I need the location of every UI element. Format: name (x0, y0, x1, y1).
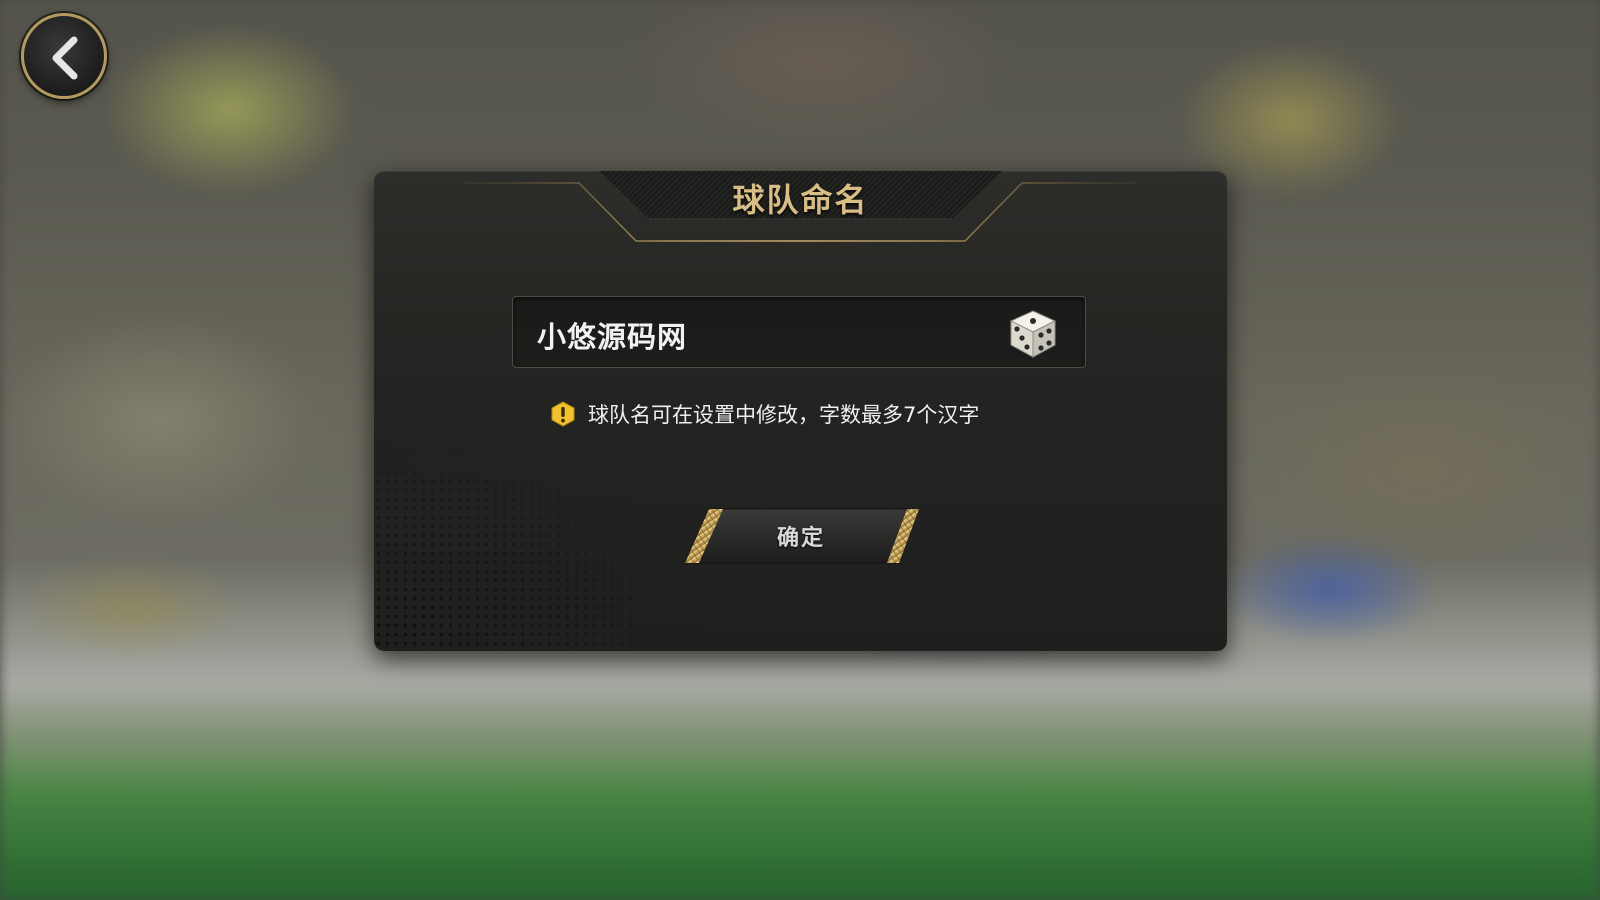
dot-pattern (374, 351, 934, 651)
chevron-left-icon (52, 36, 78, 80)
game-screen: 球队命名 小悠源码网 球队名可在设置中修改，字数最多7个汉字 确定 (0, 0, 1600, 900)
pitch-grass (0, 760, 1600, 900)
random-name-button[interactable] (1005, 305, 1061, 361)
confirm-button-label: 确定 (776, 526, 825, 551)
warning-icon (551, 401, 575, 427)
team-name-input[interactable]: 小悠源码网 (512, 296, 1086, 368)
team-naming-dialog: 球队命名 小悠源码网 球队名可在设置中修改，字数最多7个汉字 确定 (374, 171, 1227, 651)
name-hint: 球队名可在设置中修改，字数最多7个汉字 (550, 399, 979, 429)
back-button[interactable] (21, 13, 107, 99)
dice-icon (1009, 310, 1057, 358)
hint-text: 球队名可在设置中修改，字数最多7个汉字 (588, 403, 980, 427)
team-name-value[interactable]: 小悠源码网 (537, 314, 687, 356)
dialog-title: 球队命名 (732, 181, 869, 219)
confirm-button[interactable]: 确定 (679, 507, 923, 565)
